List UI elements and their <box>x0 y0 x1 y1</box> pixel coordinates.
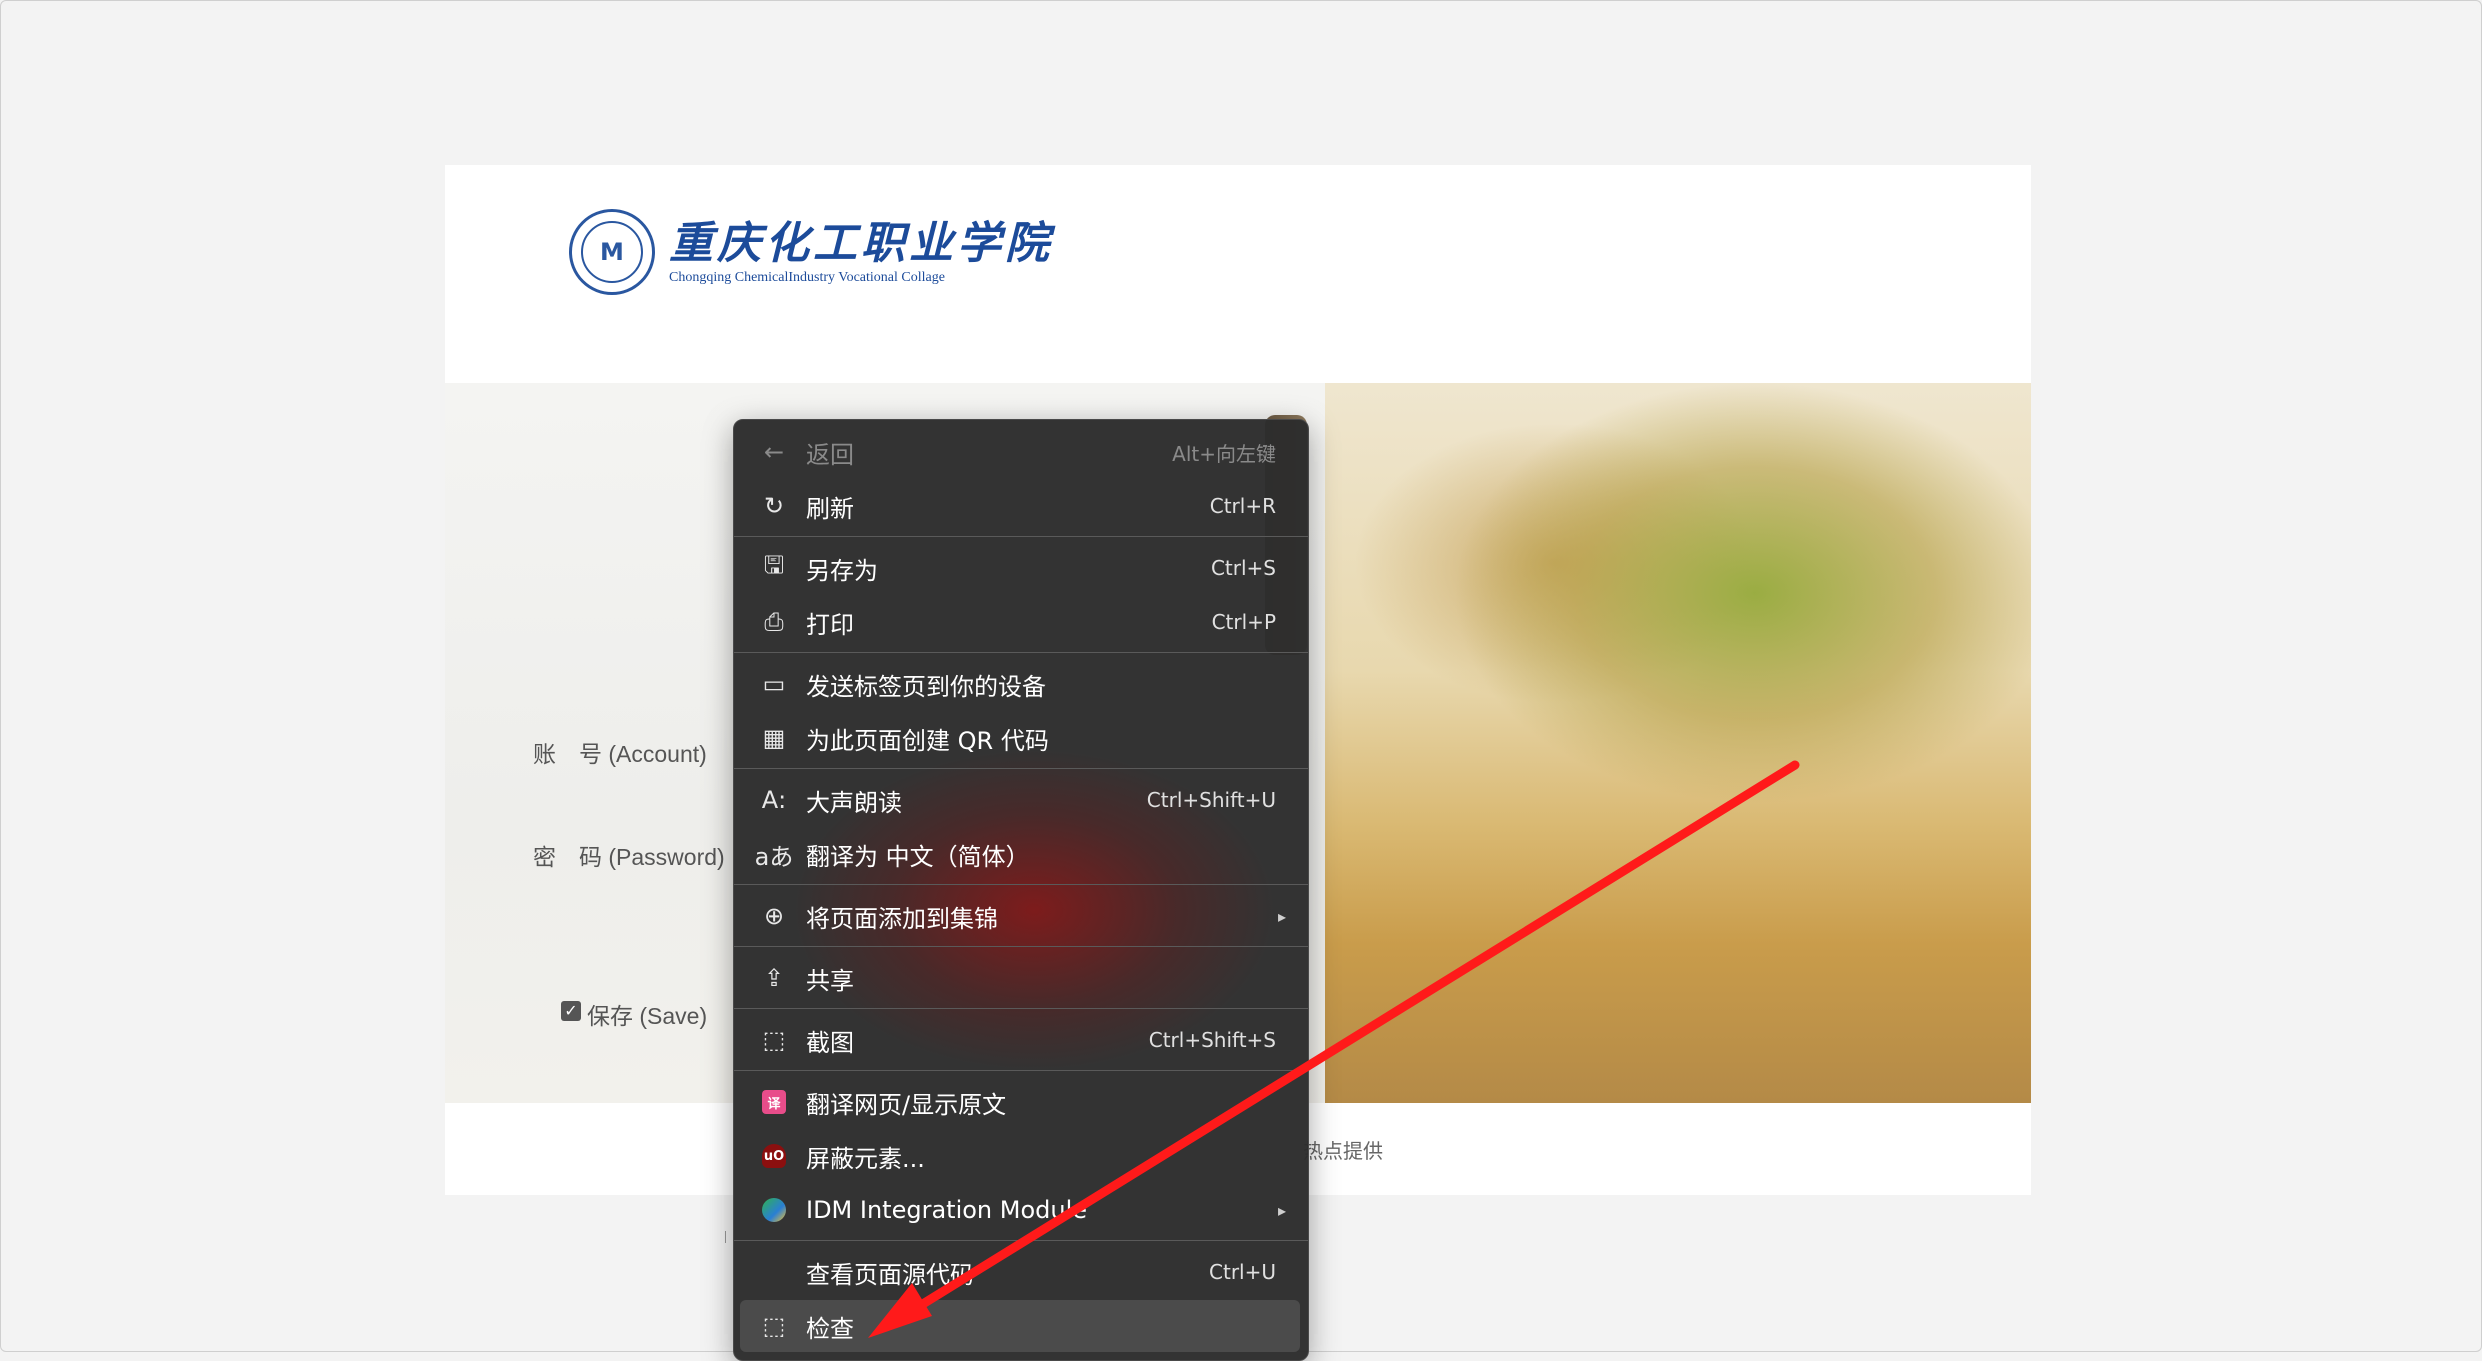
menu-separator <box>734 884 1308 885</box>
menu-separator <box>734 946 1308 947</box>
college-logo: M 重庆化工职业学院 Chongqing ChemicalIndustry Vo… <box>569 209 1053 295</box>
qr-code-icon: ▦ <box>762 724 786 752</box>
password-label: 密 码 (Password) <box>533 844 725 870</box>
menu-item-translate-page[interactable]: 译 翻译网页/显示原文 <box>740 1076 1300 1128</box>
menu-separator <box>734 536 1308 537</box>
save-checkbox[interactable]: ✓ <box>561 1001 581 1021</box>
menu-separator <box>734 1008 1308 1009</box>
logo-chinese-name: 重庆化工职业学院 <box>669 218 1053 269</box>
menu-item-back[interactable]: ← 返回 Alt+向左键 <box>740 426 1300 478</box>
menu-item-idm[interactable]: IDM Integration Module ▸ <box>740 1184 1300 1236</box>
divider <box>725 1231 726 1243</box>
collections-icon: ⊕ <box>763 902 785 930</box>
college-seal-icon: M <box>569 209 655 295</box>
translate-page-icon: 译 <box>762 1090 786 1114</box>
chevron-right-icon: ▸ <box>1277 1200 1286 1220</box>
inspect-icon: ⬚ <box>762 1312 786 1340</box>
menu-item-screenshot[interactable]: ⬚ 截图 Ctrl+Shift+S <box>740 1014 1300 1066</box>
menu-item-read-aloud[interactable]: A꞉ 大声朗读 Ctrl+Shift+U <box>740 774 1300 826</box>
menu-item-qr-code[interactable]: ▦ 为此页面创建 QR 代码 <box>740 712 1300 764</box>
save-label: 保存 (Save) <box>587 1003 708 1029</box>
read-aloud-icon: A꞉ <box>761 786 787 814</box>
chevron-right-icon: ▸ <box>1277 906 1286 926</box>
menu-item-add-to-collections[interactable]: ⊕ 将页面添加到集锦 ▸ <box>740 890 1300 942</box>
menu-separator <box>734 768 1308 769</box>
header: M 重庆化工职业学院 Chongqing ChemicalIndustry Vo… <box>445 165 2031 383</box>
menu-item-share[interactable]: ⇪ 共享 <box>740 952 1300 1004</box>
menu-separator <box>734 652 1308 653</box>
menu-item-block-element[interactable]: uO 屏蔽元素... <box>740 1130 1300 1182</box>
menu-item-refresh[interactable]: ↻ 刷新 Ctrl+R <box>740 480 1300 532</box>
menu-item-translate[interactable]: aあ 翻译为 中文（简体） <box>740 828 1300 880</box>
refresh-icon: ↻ <box>763 492 785 520</box>
menu-separator <box>734 1070 1308 1071</box>
logo-english-name: Chongqing ChemicalIndustry Vocational Co… <box>669 270 945 285</box>
ublock-icon: uO <box>762 1144 786 1168</box>
share-icon: ⇪ <box>763 964 785 992</box>
screenshot-icon: ⬚ <box>762 1026 786 1054</box>
save-as-icon: 🖫 <box>763 550 785 579</box>
footer-text: 热点提供 <box>1303 1139 1383 1163</box>
menu-item-send-to-device[interactable]: ▭ 发送标签页到你的设备 <box>740 658 1300 710</box>
context-menu: ← 返回 Alt+向左键 ↻ 刷新 Ctrl+R 🖫 另存为 Ctrl+S ⎙ … <box>733 419 1309 1361</box>
menu-item-save-as[interactable]: 🖫 另存为 Ctrl+S <box>740 542 1300 594</box>
translate-icon: aあ <box>754 842 794 871</box>
menu-separator <box>734 1240 1308 1241</box>
tree-field-photo <box>1325 383 2031 1103</box>
account-label: 账 号 (Account) <box>533 741 707 767</box>
back-arrow-icon: ← <box>763 438 785 466</box>
menu-item-view-source[interactable]: 查看页面源代码 Ctrl+U <box>740 1246 1300 1298</box>
idm-icon <box>762 1198 786 1222</box>
menu-item-print[interactable]: ⎙ 打印 Ctrl+P <box>740 596 1300 648</box>
menu-item-inspect[interactable]: ⬚ 检查 <box>740 1300 1300 1352</box>
print-icon: ⎙ <box>764 608 784 636</box>
send-to-device-icon: ▭ <box>762 670 786 698</box>
